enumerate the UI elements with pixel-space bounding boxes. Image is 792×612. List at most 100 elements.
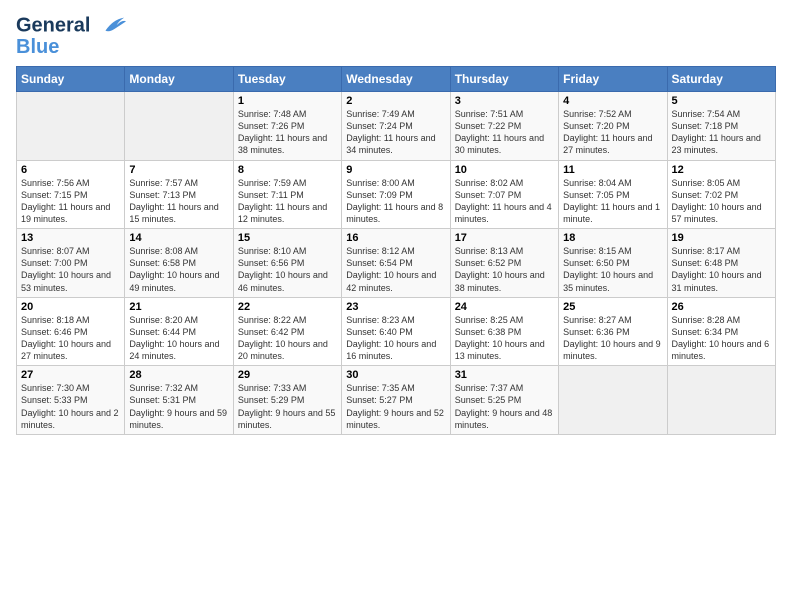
day-number: 27 — [21, 369, 120, 381]
calendar-cell: 7Sunrise: 7:57 AM Sunset: 7:13 PM Daylig… — [125, 160, 233, 229]
day-number: 23 — [346, 301, 445, 313]
day-number: 22 — [238, 301, 337, 313]
week-row-3: 13Sunrise: 8:07 AM Sunset: 7:00 PM Dayli… — [17, 229, 776, 298]
day-number: 7 — [129, 164, 228, 176]
day-number: 15 — [238, 232, 337, 244]
day-number: 25 — [563, 301, 662, 313]
day-info: Sunrise: 8:25 AM Sunset: 6:38 PM Dayligh… — [455, 314, 554, 363]
calendar-cell: 17Sunrise: 8:13 AM Sunset: 6:52 PM Dayli… — [450, 229, 558, 298]
day-info: Sunrise: 7:35 AM Sunset: 5:27 PM Dayligh… — [346, 382, 445, 431]
day-of-week-monday: Monday — [125, 67, 233, 92]
day-number: 3 — [455, 95, 554, 107]
calendar-header-row: SundayMondayTuesdayWednesdayThursdayFrid… — [17, 67, 776, 92]
day-number: 21 — [129, 301, 228, 313]
day-number: 18 — [563, 232, 662, 244]
day-number: 17 — [455, 232, 554, 244]
calendar-cell: 29Sunrise: 7:33 AM Sunset: 5:29 PM Dayli… — [233, 366, 341, 435]
day-number: 24 — [455, 301, 554, 313]
day-info: Sunrise: 7:52 AM Sunset: 7:20 PM Dayligh… — [563, 108, 662, 157]
day-number: 1 — [238, 95, 337, 107]
day-number: 28 — [129, 369, 228, 381]
week-row-2: 6Sunrise: 7:56 AM Sunset: 7:15 PM Daylig… — [17, 160, 776, 229]
day-info: Sunrise: 8:23 AM Sunset: 6:40 PM Dayligh… — [346, 314, 445, 363]
calendar-cell: 22Sunrise: 8:22 AM Sunset: 6:42 PM Dayli… — [233, 297, 341, 366]
calendar-cell: 28Sunrise: 7:32 AM Sunset: 5:31 PM Dayli… — [125, 366, 233, 435]
day-info: Sunrise: 8:10 AM Sunset: 6:56 PM Dayligh… — [238, 245, 337, 294]
day-info: Sunrise: 8:04 AM Sunset: 7:05 PM Dayligh… — [563, 177, 662, 226]
day-number: 9 — [346, 164, 445, 176]
day-info: Sunrise: 8:18 AM Sunset: 6:46 PM Dayligh… — [21, 314, 120, 363]
day-number: 26 — [672, 301, 771, 313]
calendar-cell: 15Sunrise: 8:10 AM Sunset: 6:56 PM Dayli… — [233, 229, 341, 298]
week-row-4: 20Sunrise: 8:18 AM Sunset: 6:46 PM Dayli… — [17, 297, 776, 366]
calendar-cell — [17, 92, 125, 161]
calendar-cell: 3Sunrise: 7:51 AM Sunset: 7:22 PM Daylig… — [450, 92, 558, 161]
day-number: 20 — [21, 301, 120, 313]
calendar-cell: 9Sunrise: 8:00 AM Sunset: 7:09 PM Daylig… — [342, 160, 450, 229]
calendar-cell: 16Sunrise: 8:12 AM Sunset: 6:54 PM Dayli… — [342, 229, 450, 298]
calendar-cell: 8Sunrise: 7:59 AM Sunset: 7:11 PM Daylig… — [233, 160, 341, 229]
calendar-cell: 11Sunrise: 8:04 AM Sunset: 7:05 PM Dayli… — [559, 160, 667, 229]
calendar-cell: 23Sunrise: 8:23 AM Sunset: 6:40 PM Dayli… — [342, 297, 450, 366]
day-info: Sunrise: 7:56 AM Sunset: 7:15 PM Dayligh… — [21, 177, 120, 226]
logo-general: General — [16, 14, 90, 36]
day-of-week-friday: Friday — [559, 67, 667, 92]
calendar-cell: 26Sunrise: 8:28 AM Sunset: 6:34 PM Dayli… — [667, 297, 775, 366]
day-info: Sunrise: 8:08 AM Sunset: 6:58 PM Dayligh… — [129, 245, 228, 294]
day-number: 4 — [563, 95, 662, 107]
day-of-week-saturday: Saturday — [667, 67, 775, 92]
day-info: Sunrise: 8:27 AM Sunset: 6:36 PM Dayligh… — [563, 314, 662, 363]
calendar-cell: 25Sunrise: 8:27 AM Sunset: 6:36 PM Dayli… — [559, 297, 667, 366]
calendar-cell: 5Sunrise: 7:54 AM Sunset: 7:18 PM Daylig… — [667, 92, 775, 161]
calendar-cell — [559, 366, 667, 435]
day-number: 12 — [672, 164, 771, 176]
week-row-5: 27Sunrise: 7:30 AM Sunset: 5:33 PM Dayli… — [17, 366, 776, 435]
day-of-week-wednesday: Wednesday — [342, 67, 450, 92]
page: General Blue SundayMondayTuesdayWednesda… — [0, 0, 792, 445]
calendar-cell: 18Sunrise: 8:15 AM Sunset: 6:50 PM Dayli… — [559, 229, 667, 298]
day-number: 30 — [346, 369, 445, 381]
calendar-cell: 6Sunrise: 7:56 AM Sunset: 7:15 PM Daylig… — [17, 160, 125, 229]
logo-bird-icon — [98, 12, 126, 40]
day-number: 11 — [563, 164, 662, 176]
logo: General Blue — [16, 12, 126, 58]
calendar-cell: 21Sunrise: 8:20 AM Sunset: 6:44 PM Dayli… — [125, 297, 233, 366]
day-info: Sunrise: 8:02 AM Sunset: 7:07 PM Dayligh… — [455, 177, 554, 226]
calendar-cell: 30Sunrise: 7:35 AM Sunset: 5:27 PM Dayli… — [342, 366, 450, 435]
day-info: Sunrise: 7:54 AM Sunset: 7:18 PM Dayligh… — [672, 108, 771, 157]
day-info: Sunrise: 7:51 AM Sunset: 7:22 PM Dayligh… — [455, 108, 554, 157]
calendar-cell: 19Sunrise: 8:17 AM Sunset: 6:48 PM Dayli… — [667, 229, 775, 298]
calendar-table: SundayMondayTuesdayWednesdayThursdayFrid… — [16, 66, 776, 435]
calendar-cell: 1Sunrise: 7:48 AM Sunset: 7:26 PM Daylig… — [233, 92, 341, 161]
day-number: 10 — [455, 164, 554, 176]
day-number: 2 — [346, 95, 445, 107]
day-info: Sunrise: 8:15 AM Sunset: 6:50 PM Dayligh… — [563, 245, 662, 294]
day-info: Sunrise: 8:22 AM Sunset: 6:42 PM Dayligh… — [238, 314, 337, 363]
day-info: Sunrise: 8:07 AM Sunset: 7:00 PM Dayligh… — [21, 245, 120, 294]
calendar-cell: 2Sunrise: 7:49 AM Sunset: 7:24 PM Daylig… — [342, 92, 450, 161]
calendar-cell: 4Sunrise: 7:52 AM Sunset: 7:20 PM Daylig… — [559, 92, 667, 161]
calendar-cell: 10Sunrise: 8:02 AM Sunset: 7:07 PM Dayli… — [450, 160, 558, 229]
day-info: Sunrise: 8:00 AM Sunset: 7:09 PM Dayligh… — [346, 177, 445, 226]
day-number: 29 — [238, 369, 337, 381]
header: General Blue — [16, 12, 776, 58]
day-of-week-tuesday: Tuesday — [233, 67, 341, 92]
calendar-cell — [125, 92, 233, 161]
calendar-cell: 13Sunrise: 8:07 AM Sunset: 7:00 PM Dayli… — [17, 229, 125, 298]
day-number: 13 — [21, 232, 120, 244]
day-of-week-sunday: Sunday — [17, 67, 125, 92]
day-info: Sunrise: 8:28 AM Sunset: 6:34 PM Dayligh… — [672, 314, 771, 363]
day-info: Sunrise: 7:48 AM Sunset: 7:26 PM Dayligh… — [238, 108, 337, 157]
day-info: Sunrise: 7:37 AM Sunset: 5:25 PM Dayligh… — [455, 382, 554, 431]
calendar-cell: 24Sunrise: 8:25 AM Sunset: 6:38 PM Dayli… — [450, 297, 558, 366]
day-number: 5 — [672, 95, 771, 107]
day-number: 6 — [21, 164, 120, 176]
calendar-cell — [667, 366, 775, 435]
day-info: Sunrise: 7:33 AM Sunset: 5:29 PM Dayligh… — [238, 382, 337, 431]
calendar-cell: 20Sunrise: 8:18 AM Sunset: 6:46 PM Dayli… — [17, 297, 125, 366]
calendar-cell: 31Sunrise: 7:37 AM Sunset: 5:25 PM Dayli… — [450, 366, 558, 435]
day-info: Sunrise: 7:30 AM Sunset: 5:33 PM Dayligh… — [21, 382, 120, 431]
day-number: 8 — [238, 164, 337, 176]
day-info: Sunrise: 8:12 AM Sunset: 6:54 PM Dayligh… — [346, 245, 445, 294]
day-info: Sunrise: 7:57 AM Sunset: 7:13 PM Dayligh… — [129, 177, 228, 226]
